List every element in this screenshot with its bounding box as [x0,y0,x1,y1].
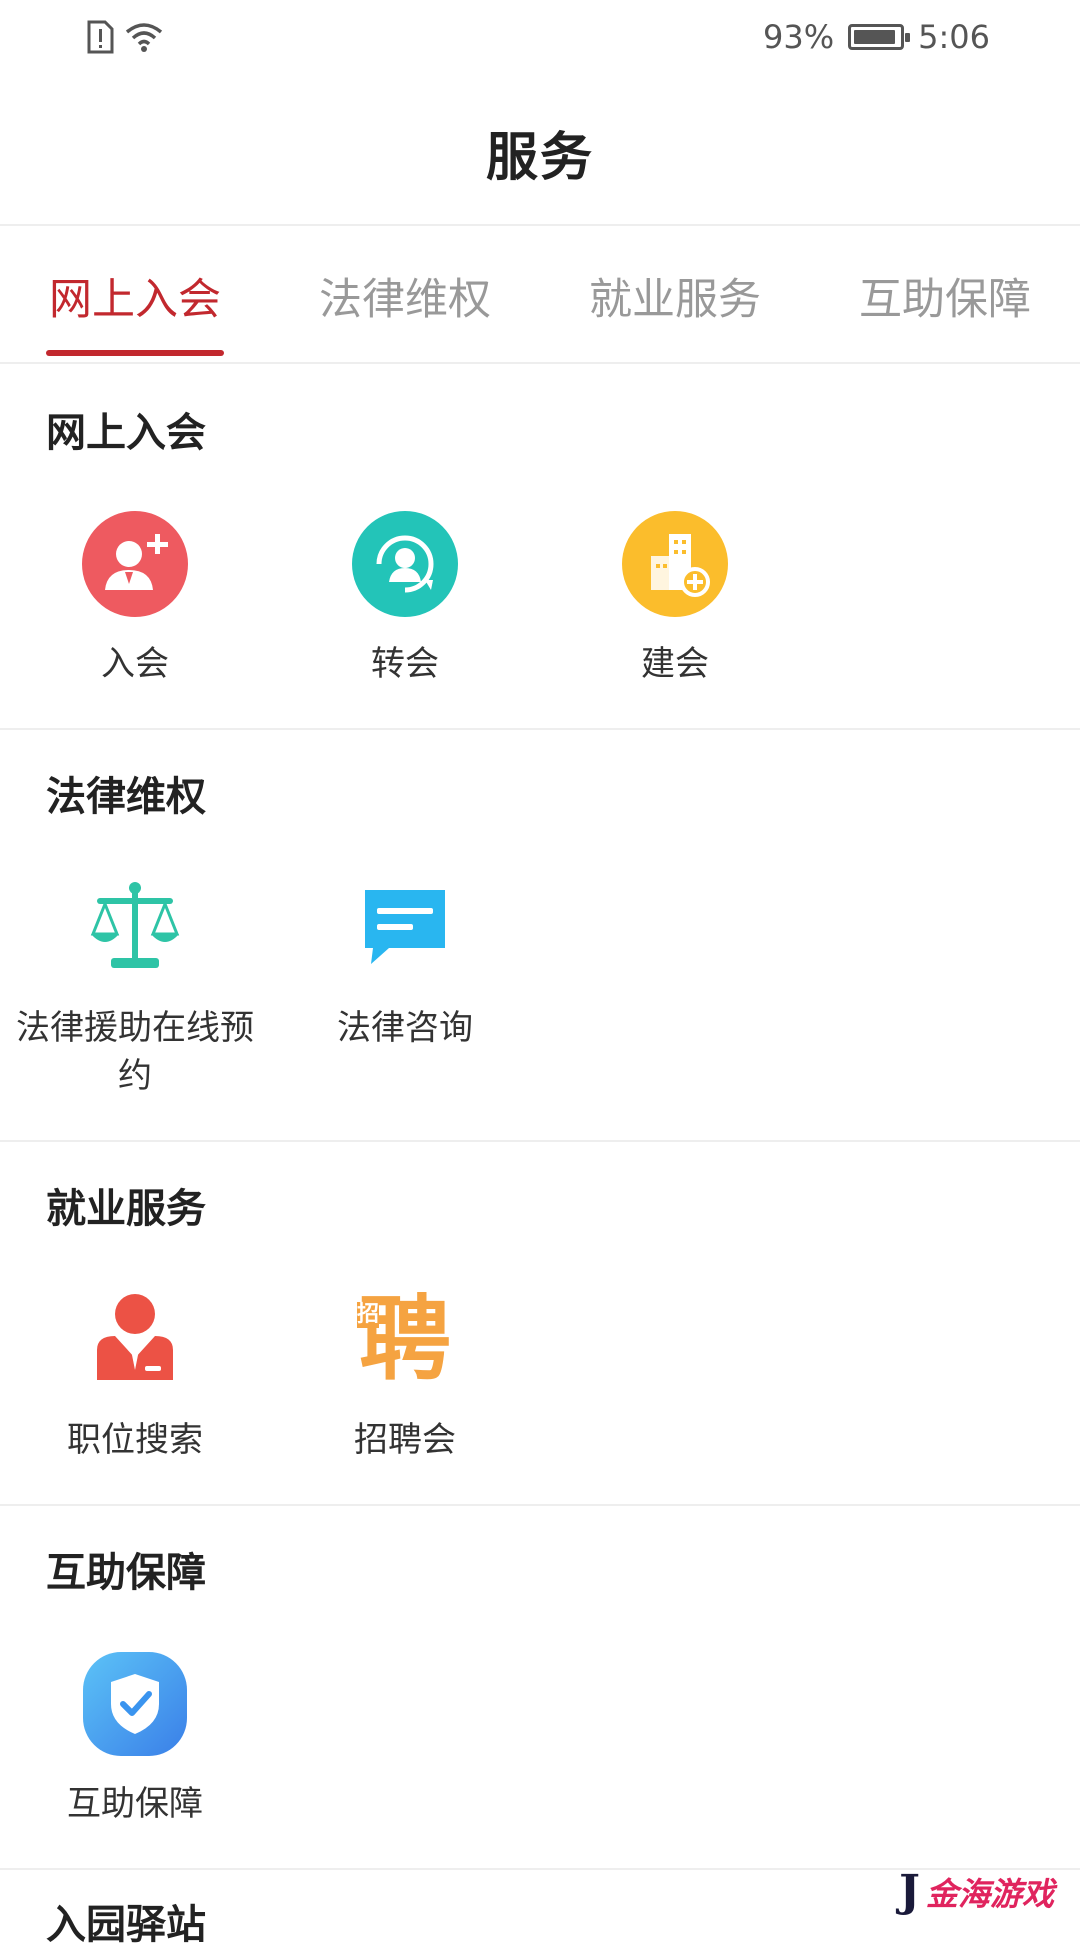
item-label: 转会 [371,644,439,684]
item-label: 招聘会 [354,1420,456,1460]
item-label: 互助保障 [67,1784,203,1824]
status-right: 93% 5:06 [763,18,990,56]
section-legal-rights: 法律维权 法律援助在线预约 法律咨询 [0,730,1080,1142]
status-bar: 93% 5:06 [0,0,1080,80]
battery-icon [848,24,911,50]
item-label: 入会 [101,644,169,684]
item-label: 法律援助在线预约 [16,1008,254,1096]
item-label: 职位搜索 [67,1420,203,1460]
tab-label: 网上入会 [49,275,221,325]
tab-mutual-aid[interactable]: 互助保障 [810,228,1080,364]
tab-legal-rights[interactable]: 法律维权 [270,228,540,364]
tab-online-join[interactable]: 网上入会 [0,228,270,364]
legal-aid-booking-item[interactable]: 法律援助在线预约 [0,874,270,1100]
tab-label: 互助保障 [859,275,1031,325]
recruit-small-glyph: 招 [357,1302,380,1328]
clock: 5:06 [918,18,990,56]
next-section-title: 入园驿站 [46,1902,206,1948]
watermark-letter: J [899,1866,920,1917]
battery-percent: 93% [763,18,835,56]
join-item[interactable]: 入会 [0,510,270,688]
chat-bubble-icon [351,874,459,982]
scales-icon [81,874,189,982]
section-employment: 就业服务 职位搜索 聘 招 招聘会 [0,1142,1080,1506]
person-suit-icon [81,1286,189,1394]
tab-employment[interactable]: 就业服务 [540,228,810,364]
tab-label: 就业服务 [589,275,761,325]
page-title: 服务 [485,127,594,188]
section-title: 法律维权 [46,774,206,820]
section-title: 网上入会 [46,410,206,456]
building-add-icon [621,510,729,618]
wifi-icon [125,23,163,52]
tab-bar: 网上入会 法律维权 就业服务 互助保障 [0,228,1080,364]
tab-label: 法律维权 [319,275,491,325]
job-search-item[interactable]: 职位搜索 [0,1286,270,1464]
recruit-character-icon: 聘 招 [351,1286,459,1394]
item-label: 法律咨询 [337,1008,473,1048]
section-online-join: 网上入会 入会 转会 建会 [0,366,1080,730]
section-title: 就业服务 [46,1186,206,1232]
watermark-text: 金海游戏 [925,1874,1054,1913]
job-fair-item[interactable]: 聘 招 招聘会 [270,1286,540,1464]
transfer-user-icon [351,510,459,618]
section-mutual-aid: 互助保障 互助保障 [0,1506,1080,1870]
active-tab-indicator [46,350,224,356]
page-header: 服务 [0,80,1080,226]
legal-consult-item[interactable]: 法律咨询 [270,874,540,1052]
battery-level [854,30,896,44]
status-icons [86,20,164,54]
transfer-item[interactable]: 转会 [270,510,540,688]
establish-item[interactable]: 建会 [540,510,810,688]
item-label: 建会 [641,644,709,684]
watermark-logo: J 金海游戏 [899,1866,1054,1917]
sim-alert-icon [87,20,114,54]
shield-check-icon [81,1650,189,1758]
add-user-icon [81,510,189,618]
mutual-aid-item[interactable]: 互助保障 [0,1650,270,1828]
section-title: 互助保障 [46,1550,206,1596]
